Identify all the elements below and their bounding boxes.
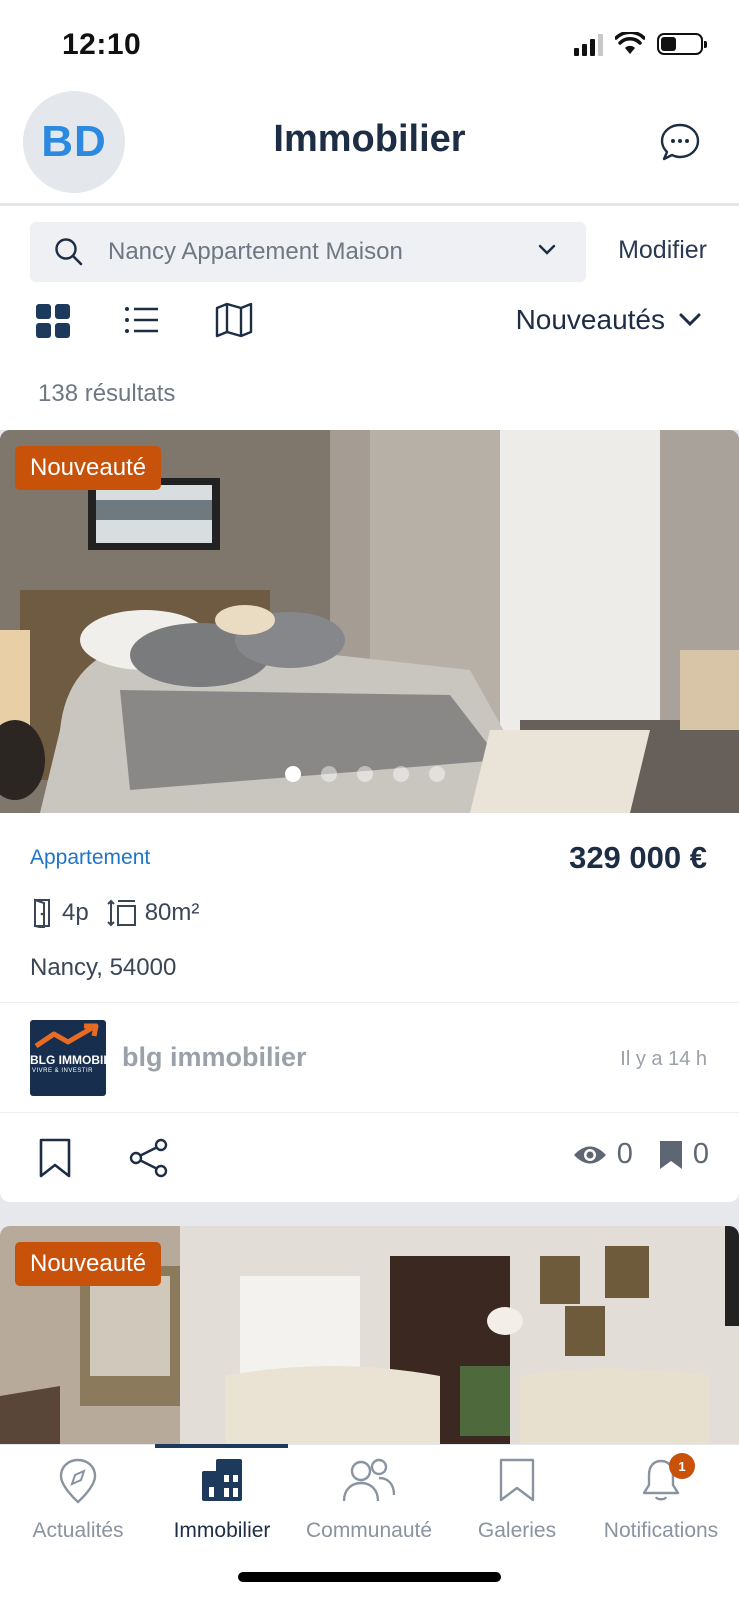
area-icon — [106, 899, 136, 927]
search-input[interactable]: Nancy Appartement Maison — [30, 222, 586, 282]
views-count: 0 — [616, 1138, 633, 1170]
divider — [0, 1002, 739, 1003]
agency-logo-text: BLG IMMOBILIER — [30, 1053, 106, 1067]
saved-icon — [659, 1140, 682, 1169]
published-time: Il y a 14 h — [620, 1048, 707, 1070]
listing-card[interactable]: Nouveauté Appartement 329 000 € 4p 80m² … — [0, 430, 739, 1202]
map-view-icon[interactable] — [215, 302, 253, 338]
results-count: 138 résultats — [38, 380, 176, 407]
app-header: BD Immobilier — [0, 88, 739, 206]
page-title: Immobilier — [273, 118, 466, 160]
listing-stats: 0 0 — [547, 1138, 709, 1171]
new-badge: Nouveauté — [15, 1242, 162, 1286]
pagination-dot[interactable] — [393, 766, 409, 782]
list-view-icon[interactable] — [124, 304, 160, 336]
status-bar: 12:10 — [0, 0, 739, 90]
tab-actualites[interactable]: Actualités — [4, 1445, 152, 1555]
pagination-dot[interactable] — [429, 766, 445, 782]
wifi-icon — [615, 32, 645, 54]
rooms-count: 4p — [62, 899, 89, 926]
notification-count-badge: 1 — [669, 1453, 695, 1479]
agency-logo-subtext: VIVRE & INVESTIR — [32, 1068, 94, 1074]
search-query: Nancy Appartement Maison — [108, 238, 403, 265]
grid-view-icon[interactable] — [36, 304, 70, 338]
people-icon — [342, 1458, 396, 1502]
tab-galeries[interactable]: Galeries — [443, 1445, 591, 1555]
buildings-icon — [202, 1459, 242, 1501]
tab-label: Actualités — [32, 1519, 124, 1542]
tab-label: Galeries — [477, 1519, 557, 1542]
location-pin-icon — [59, 1458, 97, 1504]
photo-pagination[interactable] — [285, 766, 445, 782]
sort-dropdown[interactable]: Nouveautés — [516, 304, 701, 336]
tab-label: Immobilier — [173, 1519, 271, 1542]
tab-label: Notifications — [603, 1519, 719, 1542]
listing-card[interactable]: Nouveauté — [0, 1226, 739, 1444]
chevron-down-icon[interactable] — [538, 244, 556, 256]
property-type: Appartement — [30, 846, 151, 869]
chat-icon[interactable] — [659, 122, 701, 164]
signal-icon — [574, 32, 603, 56]
sort-label: Nouveautés — [515, 304, 665, 335]
home-indicator[interactable] — [238, 1572, 501, 1582]
tab-label: Communauté — [305, 1519, 433, 1542]
share-icon[interactable] — [128, 1137, 170, 1179]
bookmark-icon[interactable] — [38, 1137, 72, 1179]
listing-photo[interactable]: Nouveauté — [0, 430, 739, 813]
area-value: 80m² — [144, 899, 200, 926]
property-location: Nancy, 54000 — [30, 954, 177, 981]
door-icon — [34, 898, 50, 928]
status-time: 12:10 — [62, 28, 142, 61]
tab-communaute[interactable]: Communauté — [295, 1445, 443, 1555]
bookmark-icon — [499, 1458, 535, 1502]
search-icon — [55, 238, 83, 266]
divider — [0, 1112, 739, 1113]
tab-notifications[interactable]: 1 Notifications — [587, 1445, 735, 1555]
property-price: 329 000 € — [569, 840, 707, 875]
property-specs: 4p 80m² — [32, 898, 209, 928]
agency-logo[interactable]: BLG IMMOBILIER VIVRE & INVESTIR — [30, 1020, 106, 1096]
modify-search-button[interactable]: Modifier — [618, 236, 707, 265]
agency-name[interactable]: blg immobilier — [122, 1042, 307, 1073]
battery-icon — [657, 33, 707, 55]
tab-immobilier[interactable]: Immobilier — [148, 1445, 296, 1555]
eye-icon — [573, 1146, 606, 1163]
saves-count: 0 — [692, 1138, 709, 1170]
status-icons — [574, 32, 707, 56]
pagination-dot[interactable] — [357, 766, 373, 782]
pagination-dot[interactable] — [285, 766, 301, 782]
new-badge: Nouveauté — [15, 446, 162, 490]
chevron-down-icon — [679, 313, 701, 327]
pagination-dot[interactable] — [321, 766, 337, 782]
